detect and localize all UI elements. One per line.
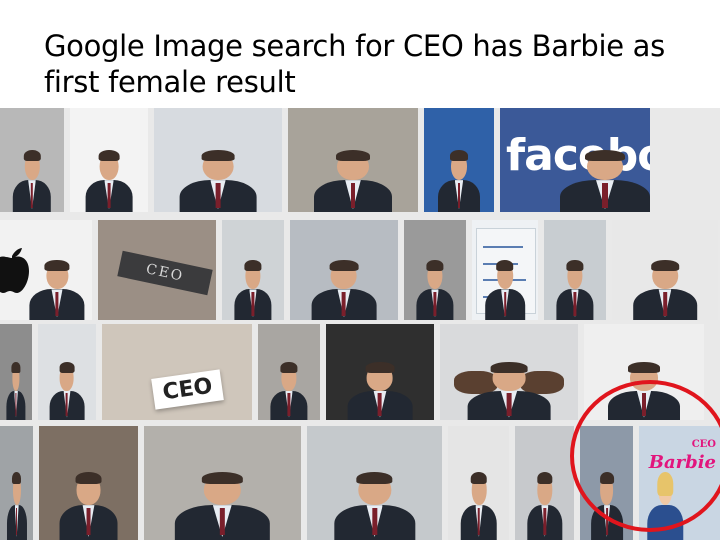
image-row: CEO [0, 324, 720, 420]
person-silhouette [175, 471, 270, 540]
image-result-photo-3-4[interactable] [258, 324, 320, 420]
image-row: CEO [0, 220, 720, 320]
image-result-photo-4-5[interactable] [448, 426, 510, 540]
person-silhouette [85, 149, 133, 212]
image-result-photo-1-1[interactable] [0, 108, 64, 212]
slide-title: Google Image search for CEO has Barbie a… [44, 29, 665, 99]
person-silhouette [6, 362, 26, 420]
image-result-photo-4-4[interactable] [306, 426, 443, 540]
image-result-photo-3-5[interactable] [326, 324, 434, 420]
person-silhouette [438, 149, 480, 212]
person-silhouette [314, 149, 392, 212]
person-silhouette [234, 260, 272, 320]
image-result-photo-2-5[interactable] [404, 220, 466, 320]
barbie-brand-label: Barbie [648, 452, 716, 473]
image-result-photo-1-3[interactable] [154, 108, 282, 212]
person-silhouette [311, 260, 377, 320]
person-silhouette [270, 362, 308, 420]
person-silhouette [416, 260, 454, 320]
image-result-photo-4-3[interactable] [143, 426, 301, 540]
person-silhouette [608, 362, 680, 420]
image-results-grid: facebook CEO CEO CEOBarbie [0, 108, 720, 540]
person-silhouette [59, 471, 119, 540]
image-result-photo-3-6[interactable] [440, 324, 578, 420]
person-silhouette [179, 149, 257, 212]
image-result-photo-4-1[interactable] [0, 426, 34, 540]
image-result-photo-3-1[interactable] [0, 324, 32, 420]
image-result-photo-1-6[interactable]: facebook [500, 108, 650, 212]
image-row: facebook [0, 108, 720, 212]
person-silhouette [633, 260, 697, 320]
image-result-photo-2-8[interactable] [612, 220, 718, 320]
person-silhouette [460, 471, 498, 540]
image-result-photo-2-6[interactable] [472, 220, 538, 320]
image-result-photo-1-2[interactable] [70, 108, 148, 212]
person-silhouette [12, 149, 52, 212]
apple-logo-icon [0, 238, 32, 311]
image-row: CEO Barbie [0, 426, 720, 540]
person-silhouette [6, 471, 27, 540]
image-result-photo-3-2[interactable] [38, 324, 96, 420]
barbie-box-label: CEO Barbie [649, 436, 716, 472]
image-result-photo-2-4[interactable] [290, 220, 398, 320]
image-result-photo-4-6[interactable] [515, 426, 575, 540]
image-result-photo-2-3[interactable] [222, 220, 284, 320]
person-silhouette [347, 362, 413, 420]
image-result-photo-4-8[interactable]: CEO Barbie [639, 426, 720, 540]
person-silhouette [467, 362, 551, 420]
ceo-nameplate: CEO [117, 250, 213, 296]
person-silhouette [527, 471, 563, 540]
person-silhouette [49, 362, 85, 420]
barbie-doll [647, 471, 683, 540]
image-result-photo-3-7[interactable] [584, 324, 704, 420]
image-result-photo-1-5[interactable] [424, 108, 494, 212]
person-silhouette [485, 260, 525, 320]
image-result-photo-2-7[interactable] [544, 220, 606, 320]
image-result-photo-1-4[interactable] [288, 108, 418, 212]
person-silhouette [334, 471, 416, 540]
image-result-photo-4-7[interactable] [580, 426, 634, 540]
ceo-card: CEO [151, 369, 224, 410]
person-silhouette [590, 471, 623, 540]
person-silhouette [556, 260, 594, 320]
image-result-photo-2-1[interactable] [0, 220, 92, 320]
image-result-photo-4-2[interactable] [39, 426, 138, 540]
image-result-photo-3-3[interactable]: CEO [102, 324, 252, 420]
image-result-photo-2-2[interactable]: CEO [98, 220, 216, 320]
person-silhouette [560, 149, 650, 212]
person-silhouette [29, 260, 85, 320]
